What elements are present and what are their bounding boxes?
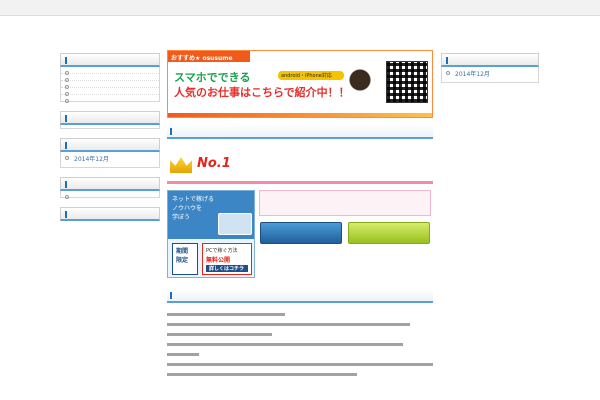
meta-body: [60, 221, 160, 224]
crown-icon: [170, 157, 192, 173]
green-action-button[interactable]: [348, 222, 430, 244]
bullet-icon: [65, 156, 69, 160]
post-title: [167, 288, 433, 303]
bullet-icon: [65, 99, 69, 103]
banner-line1: スマホでできる: [174, 71, 251, 84]
right-archives-list: 2014年12月: [441, 67, 539, 83]
heading-marker: [170, 292, 172, 299]
text-line: [167, 353, 199, 356]
heading-marker: [65, 211, 67, 218]
heading-marker: [65, 142, 67, 149]
categories-heading: [60, 177, 160, 191]
recent-posts-list: [60, 67, 160, 103]
meta-line[interactable]: [60, 221, 160, 224]
text-line: [167, 373, 357, 376]
bullet-icon: [446, 71, 450, 75]
text-line: [167, 363, 433, 366]
details-button[interactable]: 詳しくはコチラ: [206, 265, 248, 272]
bullet-icon: [65, 195, 69, 199]
post-body: [167, 313, 433, 376]
text-line: [167, 333, 272, 336]
banner-person-image: [338, 65, 382, 115]
laptop-icon: [218, 213, 252, 235]
heading-marker: [65, 115, 67, 122]
text-line: [167, 313, 285, 316]
intro-text-box: [259, 190, 431, 216]
heading-marker: [170, 128, 172, 135]
category-item[interactable]: [61, 191, 159, 199]
qr-code-icon: [386, 61, 428, 103]
ad-top: ネットで稼げる ノウハウを 学ぼう: [168, 191, 254, 239]
right-sidebar: 2014年12月: [441, 53, 539, 83]
archive-item[interactable]: 2014年12月: [442, 67, 538, 82]
categories-list: [60, 191, 160, 199]
list-item[interactable]: [61, 74, 159, 82]
section-title: [167, 124, 433, 139]
promo-area: ネットで稼げる ノウハウを 学ぼう 期間 限定 PCで稼ぐ方法 無料公開 詳しく…: [167, 190, 433, 282]
banner-tab: おすすめ★ osusume: [168, 51, 250, 62]
list-item[interactable]: [61, 81, 159, 89]
top-bar: [0, 0, 600, 16]
list-item[interactable]: [61, 95, 159, 103]
right-archives-heading: [441, 53, 539, 67]
banner-stripe: [168, 113, 432, 117]
recent-comments-heading: [60, 111, 160, 125]
archives-list: 2014年12月: [60, 152, 160, 168]
left-sidebar: 2014年12月: [60, 53, 160, 224]
heading-marker: [65, 57, 67, 64]
archives-heading: [60, 138, 160, 152]
blue-action-button[interactable]: [260, 222, 342, 244]
heading-marker: [446, 57, 448, 64]
no1-heading: No.1: [167, 153, 433, 184]
recent-posts-heading: [60, 53, 160, 67]
banner-line2: 人気のお仕事はこちらで紹介中！！: [174, 86, 350, 99]
no1-label: No.1: [197, 156, 231, 171]
main-content: おすすめ★ osusume スマホでできる android・iPhone対応 人…: [167, 50, 433, 376]
ad-banner[interactable]: ネットで稼げる ノウハウを 学ぼう 期間 限定 PCで稼ぐ方法 無料公開 詳しく…: [167, 190, 255, 278]
meta-heading: [60, 207, 160, 221]
limited-badge: 期間 限定: [172, 243, 198, 275]
text-line: [167, 343, 403, 346]
heading-marker: [65, 181, 67, 188]
archive-item[interactable]: 2014年12月: [61, 152, 159, 167]
list-item[interactable]: [61, 88, 159, 96]
list-item[interactable]: [61, 67, 159, 75]
text-line: [167, 323, 410, 326]
free-offer-box: PCで稼ぐ方法 無料公開 詳しくはコチラ: [202, 243, 252, 275]
banner-pill: android・iPhone対応: [278, 71, 344, 80]
osusume-banner[interactable]: おすすめ★ osusume スマホでできる android・iPhone対応 人…: [167, 50, 433, 118]
